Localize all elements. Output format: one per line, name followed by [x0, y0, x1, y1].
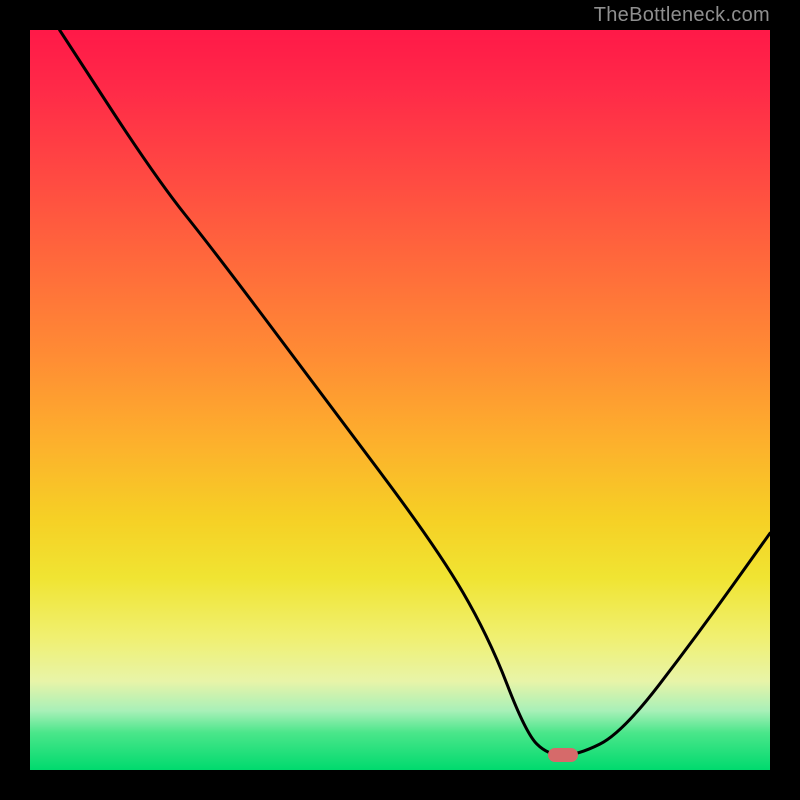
plot-area	[30, 30, 770, 770]
watermark-text: TheBottleneck.com	[594, 4, 770, 27]
bottleneck-curve	[30, 30, 770, 770]
optimal-marker	[548, 748, 578, 762]
curve-path	[60, 30, 770, 755]
chart-frame: TheBottleneck.com	[0, 0, 800, 800]
